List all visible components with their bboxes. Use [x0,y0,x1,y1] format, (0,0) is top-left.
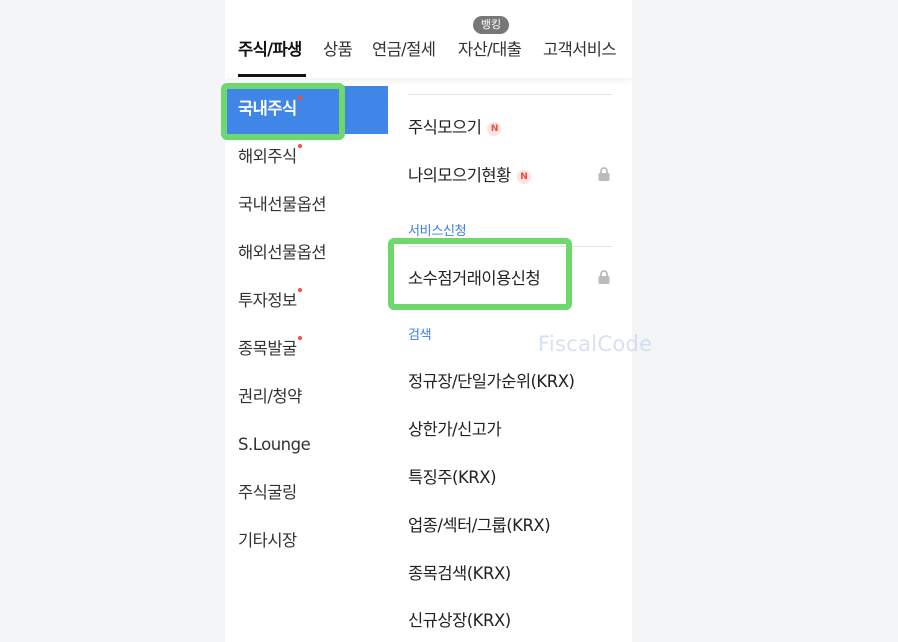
category-stock-rolling[interactable]: 주식굴링 [225,470,388,518]
category-overseas-stock[interactable]: 해외주식 [225,134,388,182]
new-dot-icon [297,96,302,100]
top-navigation: 주식/파생 상품 연금/절세 자산/대출 고객서비스 뱅킹 [225,0,632,78]
watermark: FiscalCode [538,332,653,356]
lock-icon [598,270,610,284]
menu-label: 정규장/단일가순위(KRX) [408,372,575,391]
category-label: 해외선물옵션 [238,243,327,262]
menu-featured-stocks[interactable]: 특징주(KRX) [408,464,497,488]
tab-stock-derivatives[interactable]: 주식/파생 [238,36,302,60]
menu-label: 신규상장(KRX) [408,611,511,630]
new-badge: N [516,170,531,184]
menu-upper-limit-new-high[interactable]: 상한가/신고가 [408,416,502,440]
banking-badge: 뱅킹 [473,16,509,34]
menu-label: 나의모으기현황 [408,166,511,185]
category-label: 권리/청약 [238,387,302,406]
tab-pension-tax[interactable]: 연금/절세 [372,36,436,60]
menu-industry-sector-group[interactable]: 업종/섹터/그룹(KRX) [408,512,551,536]
category-label: 국내선물옵션 [238,195,327,214]
lock-icon [598,167,610,181]
category-label: S.Lounge [238,435,311,454]
category-s-lounge[interactable]: S.Lounge [225,422,388,470]
category-label: 종목발굴 [238,339,297,358]
menu-label: 종목검색(KRX) [408,564,511,583]
category-overseas-futures-options[interactable]: 해외선물옵션 [225,230,388,278]
category-investment-info[interactable]: 투자정보 [225,278,388,326]
category-label: 기타시장 [238,531,297,550]
active-tab-indicator [238,74,306,77]
new-dot-icon [297,336,302,340]
menu-regular-single-price-ranking[interactable]: 정규장/단일가순위(KRX) [408,368,575,392]
new-dot-icon [297,144,302,148]
menu-new-listings[interactable]: 신규상장(KRX) [408,607,511,631]
menu-label: 주식모으기 [408,118,482,137]
tab-products[interactable]: 상품 [323,36,353,60]
section-title-search: 검색 [408,328,432,343]
divider [408,246,612,247]
category-label: 해외주식 [238,147,297,166]
category-domestic-stock[interactable]: 국내주식 [225,86,388,134]
menu-fractional-trading-application[interactable]: 소수점거래이용신청 [408,265,541,289]
menu-label: 업종/섹터/그룹(KRX) [408,516,551,535]
menu-label: 소수점거래이용신청 [408,269,541,288]
category-rights-subscription[interactable]: 권리/청약 [225,374,388,422]
category-label: 주식굴링 [238,483,297,502]
category-domestic-futures-options[interactable]: 국내선물옵션 [225,182,388,230]
new-badge: N [487,122,502,136]
category-other-markets[interactable]: 기타시장 [225,518,388,566]
new-dot-icon [297,288,302,292]
submenu-panel: 주식모으기 N 나의모으기현황 N 서비스신청 소수점거래이용신청 검색 정규장/단… [388,78,632,642]
category-label: 투자정보 [238,291,297,310]
section-title-service: 서비스신청 [408,224,467,239]
menu-stock-accumulation[interactable]: 주식모으기 N [408,114,502,138]
divider [408,94,612,95]
tab-assets-loans[interactable]: 자산/대출 [458,36,522,60]
category-label: 국내주식 [238,99,297,118]
app-screen: 주식/파생 상품 연금/절세 자산/대출 고객서비스 뱅킹 국내주식 해외주식 … [225,0,632,642]
category-stock-discovery[interactable]: 종목발굴 [225,326,388,374]
menu-label: 상한가/신고가 [408,420,502,439]
category-menu: 국내주식 해외주식 국내선물옵션 해외선물옵션 투자정보 종목발굴 권리/청약 … [225,86,388,566]
menu-stock-search[interactable]: 종목검색(KRX) [408,560,511,584]
menu-label: 특징주(KRX) [408,468,497,487]
menu-my-accumulation-status[interactable]: 나의모으기현황 N [408,162,531,186]
tab-customer-service[interactable]: 고객서비스 [543,36,617,60]
